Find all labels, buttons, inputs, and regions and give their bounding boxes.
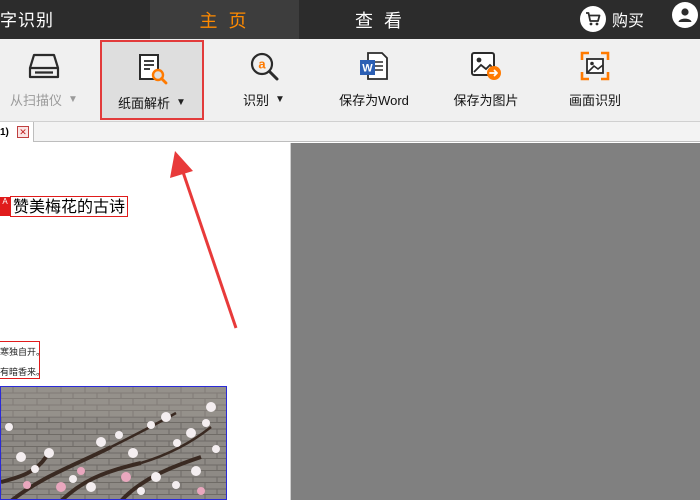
poem-line-2: 有暗香来。 [0,368,46,378]
recognize-button[interactable]: a 识别 ▼ [232,39,296,121]
title-region[interactable]: A 赞美梅花的古诗 [0,196,129,217]
ribbon-toolbar: 从扫描仪 ▼ 纸面解析 ▼ a 识别 ▼ W 保存为Word 保存为图片 画面识… [0,39,700,121]
scanner-button[interactable]: 从扫描仪 ▼ [2,39,86,121]
paper-analysis-button[interactable]: 纸面解析 ▼ [100,40,204,120]
save-as-image-button[interactable]: 保存为图片 [446,39,526,121]
chevron-down-icon: ▼ [68,94,78,105]
scanner-icon [27,49,61,83]
text-region[interactable]: 寒独自开。 有暗香来。 [0,341,45,379]
buy-button[interactable]: 购买 [580,3,644,35]
buy-label: 购买 [612,13,645,30]
document-page: A 赞美梅花的古诗 寒独自开。 有暗香来。 [0,143,291,500]
chevron-down-icon: ▼ [275,94,285,105]
paper-analysis-label: 纸面解析 [118,96,171,111]
word-document-icon: W [357,49,391,83]
app-title: 字识别 [0,11,54,30]
chevron-down-icon: ▼ [176,97,186,108]
scanner-label: 从扫描仪 [10,93,63,108]
screen-capture-icon [578,49,612,83]
plum-blossom-photo [1,387,226,499]
save-image-icon [469,49,503,83]
screen-recognize-button[interactable]: 画面识别 [560,39,630,121]
paper-analysis-icon [135,52,169,86]
top-bar: 字识别 主 页 查 看 购买 [0,0,700,39]
document-tab-strip: 1) ✕ [0,121,700,142]
recognize-icon: a [247,49,281,83]
svg-text:W: W [362,63,373,75]
recognize-label: 识别 [243,93,270,108]
tab-home[interactable]: 主 页 [150,0,299,39]
image-region[interactable] [0,386,227,500]
document-tab-label: 1) [0,126,9,138]
tab-view[interactable]: 查 看 [300,0,460,39]
svg-text:a: a [258,57,266,72]
save-as-image-label: 保存为图片 [453,93,519,108]
user-icon[interactable] [672,2,698,28]
close-icon[interactable]: ✕ [17,126,29,138]
document-title: 赞美梅花的古诗 [10,196,129,217]
cart-icon [580,6,606,32]
save-as-word-label: 保存为Word [339,93,409,108]
poem-line-1: 寒独自开。 [0,348,46,358]
preview-pane [291,143,700,500]
save-as-word-button[interactable]: W 保存为Word [330,39,418,121]
text-region-marker-icon: A [0,197,10,216]
screen-recognize-label: 画面识别 [568,93,621,108]
